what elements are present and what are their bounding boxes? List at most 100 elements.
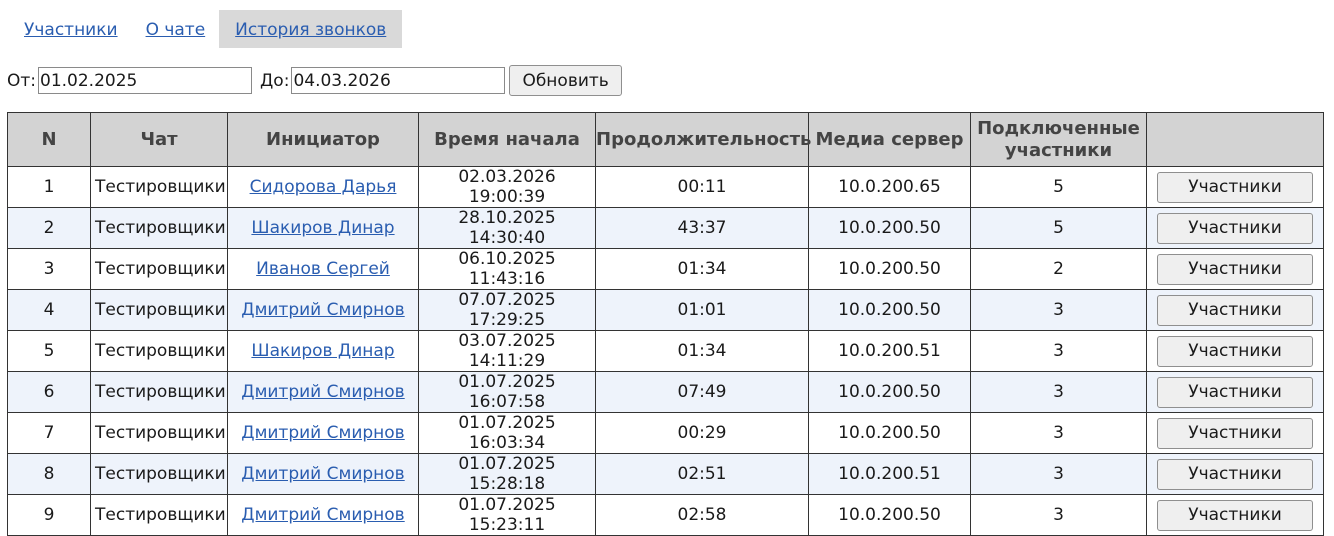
table-row: 3 Тестировщики Иванов Сергей 06.10.2025 11:… xyxy=(7,248,1324,290)
cell-chat: Тестировщики xyxy=(90,248,228,290)
cell-initiator: Сидорова Дарья xyxy=(227,166,419,208)
from-date-input[interactable] xyxy=(38,67,253,94)
participants-button[interactable]: Участники xyxy=(1157,253,1313,285)
initiator-link[interactable]: Иванов Сергей xyxy=(256,259,390,279)
cell-actions: Участники xyxy=(1146,412,1324,454)
cell-initiator: Дмитрий Смирнов xyxy=(227,289,419,331)
cell-participants-count: 3 xyxy=(970,289,1147,331)
cell-actions: Участники xyxy=(1146,453,1324,495)
header-connected-participants: Подключенные участники xyxy=(970,112,1147,167)
cell-duration: 07:49 xyxy=(595,371,809,413)
cell-actions: Участники xyxy=(1146,248,1324,290)
cell-actions: Участники xyxy=(1146,289,1324,331)
table-row: 4 Тестировщики Дмитрий Смирнов 07.07.2025 1… xyxy=(7,289,1324,331)
initiator-link[interactable]: Шакиров Динар xyxy=(251,218,394,238)
initiator-link[interactable]: Сидорова Дарья xyxy=(250,177,397,197)
cell-participants-count: 3 xyxy=(970,412,1147,454)
cell-start-time: 01.07.2025 15:28:18 xyxy=(418,453,596,495)
cell-start-time: 01.07.2025 16:03:34 xyxy=(418,412,596,454)
cell-n: 1 xyxy=(7,166,91,208)
cell-start-time: 02.03.2026 19:00:39 xyxy=(418,166,596,208)
header-chat: Чат xyxy=(90,112,228,167)
participants-button[interactable]: Участники xyxy=(1157,294,1313,326)
table-row: 8 Тестировщики Дмитрий Смирнов 01.07.2025 1… xyxy=(7,453,1324,495)
cell-n: 3 xyxy=(7,248,91,290)
cell-n: 2 xyxy=(7,207,91,249)
cell-start-time: 06.10.2025 11:43:16 xyxy=(418,248,596,290)
cell-duration: 02:51 xyxy=(595,453,809,495)
cell-media-server: 10.0.200.65 xyxy=(808,166,971,208)
cell-media-server: 10.0.200.51 xyxy=(808,453,971,495)
cell-media-server: 10.0.200.50 xyxy=(808,248,971,290)
cell-start-time: 07.07.2025 17:29:25 xyxy=(418,289,596,331)
to-label: До: xyxy=(260,70,290,91)
table-row: 2 Тестировщики Шакиров Динар 28.10.2025 14:… xyxy=(7,207,1324,249)
participants-button[interactable]: Участники xyxy=(1157,171,1313,203)
initiator-link[interactable]: Дмитрий Смирнов xyxy=(241,505,404,525)
cell-initiator: Шакиров Динар xyxy=(227,207,419,249)
participants-button[interactable]: Участники xyxy=(1157,335,1313,367)
initiator-link[interactable]: Дмитрий Смирнов xyxy=(241,464,404,484)
cell-actions: Участники xyxy=(1146,371,1324,413)
cell-participants-count: 3 xyxy=(970,371,1147,413)
header-duration: Продолжительность xyxy=(595,112,811,167)
cell-participants-count: 5 xyxy=(970,207,1147,249)
participants-button[interactable]: Участники xyxy=(1157,417,1313,449)
cell-duration: 00:29 xyxy=(595,412,809,454)
cell-initiator: Шакиров Динар xyxy=(227,330,419,372)
initiator-link[interactable]: Дмитрий Смирнов xyxy=(241,423,404,443)
cell-media-server: 10.0.200.50 xyxy=(808,289,971,331)
header-initiator: Инициатор xyxy=(227,112,419,167)
cell-duration: 01:01 xyxy=(595,289,809,331)
cell-start-time: 03.07.2025 14:11:29 xyxy=(418,330,596,372)
cell-media-server: 10.0.200.50 xyxy=(808,371,971,413)
cell-n: 8 xyxy=(7,453,91,495)
cell-duration: 43:37 xyxy=(595,207,809,249)
cell-chat: Тестировщики xyxy=(90,371,228,413)
tab-participants[interactable]: Участники xyxy=(10,10,132,48)
cell-n: 5 xyxy=(7,330,91,372)
from-label: От: xyxy=(7,70,37,91)
header-actions xyxy=(1146,112,1324,167)
cell-initiator: Дмитрий Смирнов xyxy=(227,412,419,454)
cell-initiator: Иванов Сергей xyxy=(227,248,419,290)
initiator-link[interactable]: Дмитрий Смирнов xyxy=(241,382,404,402)
cell-actions: Участники xyxy=(1146,207,1324,249)
cell-participants-count: 5 xyxy=(970,166,1147,208)
cell-initiator: Дмитрий Смирнов xyxy=(227,453,419,495)
cell-chat: Тестировщики xyxy=(90,412,228,454)
cell-participants-count: 3 xyxy=(970,453,1147,495)
tab-bar: Участники О чате История звонков xyxy=(10,10,403,48)
header-media-server: Медиа сервер xyxy=(808,112,971,167)
cell-media-server: 10.0.200.50 xyxy=(808,412,971,454)
participants-button[interactable]: Участники xyxy=(1157,458,1313,490)
cell-duration: 00:11 xyxy=(595,166,809,208)
initiator-link[interactable]: Шакиров Динар xyxy=(251,341,394,361)
table-row: 5 Тестировщики Шакиров Динар 03.07.2025 14:… xyxy=(7,330,1324,372)
cell-actions: Участники xyxy=(1146,166,1324,208)
cell-chat: Тестировщики xyxy=(90,166,228,208)
header-start-time: Время начала xyxy=(418,112,596,167)
cell-n: 6 xyxy=(7,371,91,413)
participants-button[interactable]: Участники xyxy=(1157,499,1313,531)
cell-start-time: 28.10.2025 14:30:40 xyxy=(418,207,596,249)
initiator-link[interactable]: Дмитрий Смирнов xyxy=(241,300,404,320)
cell-chat: Тестировщики xyxy=(90,330,228,372)
cell-participants-count: 3 xyxy=(970,330,1147,372)
cell-actions: Участники xyxy=(1146,330,1324,372)
cell-duration: 01:34 xyxy=(595,248,809,290)
participants-button[interactable]: Участники xyxy=(1157,212,1313,244)
cell-media-server: 10.0.200.51 xyxy=(808,330,971,372)
cell-n: 4 xyxy=(7,289,91,331)
participants-button[interactable]: Участники xyxy=(1157,376,1313,408)
to-date-input[interactable] xyxy=(291,67,506,94)
table-row: 1 Тестировщики Сидорова Дарья 02.03.2026 19… xyxy=(7,166,1324,208)
cell-chat: Тестировщики xyxy=(90,453,228,495)
call-history-table: N Чат Инициатор Время начала Продолжител… xyxy=(7,112,1324,536)
refresh-button[interactable]: Обновить xyxy=(509,65,622,96)
table-row: 6 Тестировщики Дмитрий Смирнов 01.07.2025 1… xyxy=(7,371,1324,413)
tab-about-chat[interactable]: О чате xyxy=(132,10,220,48)
tab-call-history[interactable]: История звонков xyxy=(219,10,403,48)
table-header-row: N Чат Инициатор Время начала Продолжител… xyxy=(7,112,1324,167)
table-row: 7 Тестировщики Дмитрий Смирнов 01.07.2025 1… xyxy=(7,412,1324,454)
